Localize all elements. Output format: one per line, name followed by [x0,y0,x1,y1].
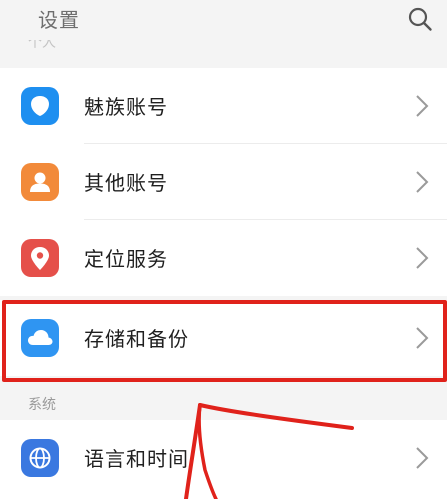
settings-item-location-services[interactable]: 定位服务 [0,220,447,296]
chevron-right-icon [416,247,429,269]
section-label-system: 系统 [28,397,56,413]
settings-screen: 个人 设置 魅族账号 其他账号 定位服务 存储和备份 系统 语言和时间 [0,0,447,499]
settings-item-label: 其他账号 [84,171,168,195]
settings-item-label: 语言和时间 [84,447,189,471]
cloud-icon [21,319,59,357]
person-icon [21,163,59,201]
settings-item-other-accounts[interactable]: 其他账号 [0,144,447,220]
meizu-account-icon [21,87,59,125]
globe-icon [21,439,59,477]
settings-item-label: 魅族账号 [84,95,168,119]
search-icon[interactable] [407,6,433,32]
chevron-right-icon [416,171,429,193]
app-header: 设置 [0,0,447,40]
chevron-right-icon [416,327,429,349]
section-header-system: 系统 [0,382,447,420]
page-title: 设置 [38,8,80,32]
settings-item-storage-backup[interactable]: 存储和备份 [0,300,447,376]
settings-item-language-time[interactable]: 语言和时间 [0,420,447,499]
settings-item-label: 定位服务 [84,247,168,271]
chevron-right-icon [416,95,429,117]
settings-item-meizu-account[interactable]: 魅族账号 [0,68,447,144]
location-pin-icon [21,239,59,277]
chevron-right-icon [416,447,429,469]
settings-item-label: 存储和备份 [84,327,189,351]
